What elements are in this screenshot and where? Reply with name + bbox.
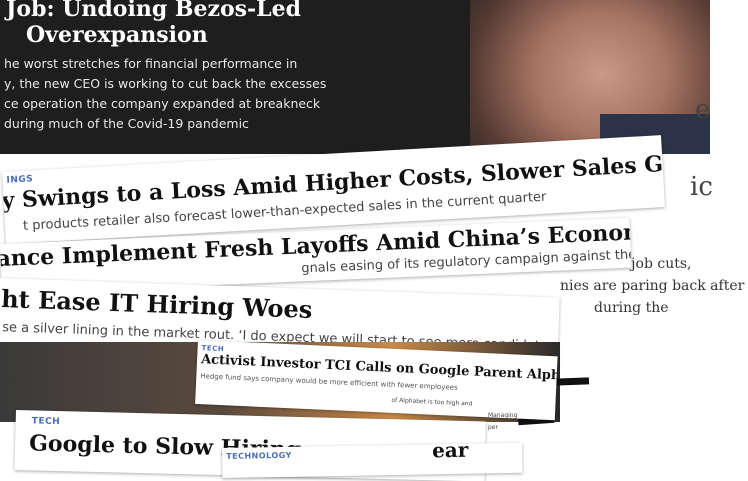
clipping-dek-line1: he worst stretches for financial perform… — [4, 56, 298, 71]
clipping-fragment: per — [488, 424, 498, 431]
clipping-tag: INGS — [6, 174, 34, 186]
clipping-dek-line2: y, the new CEO is working to cut back th… — [4, 76, 327, 91]
clipping-title-line2: Overexpansion — [26, 22, 208, 48]
clipping-bottom: TECHNOLOGY ear — [222, 442, 523, 478]
side-fragment-line2: nies are paring back after — [560, 278, 745, 294]
clipping-headline: ear — [431, 442, 469, 463]
clipping-amazon-ceo: Job: Undoing Bezos-Led Overexpansion he … — [0, 0, 710, 154]
clipping-title-line1: Job: Undoing Bezos-Led — [6, 0, 302, 22]
clipping-headline: ht Ease IT Hiring Woes — [0, 284, 313, 324]
clipping-fragment: Managing — [488, 412, 518, 419]
side-fragment-line3: during the — [594, 300, 669, 316]
clipping-tag: TECH — [31, 416, 61, 428]
clipping-fragment: of Alphabet is too high and — [391, 396, 473, 408]
side-fragment-big1: e — [695, 95, 711, 125]
clipping-dek-line4: during much of the Covid-19 pandemic — [4, 116, 249, 131]
clipping-tag: TECHNOLOGY — [226, 450, 292, 461]
clipping-dek-line3: ce operation the company expanded at bre… — [4, 96, 321, 111]
black-bar — [554, 377, 590, 386]
side-fragment-big2: ic — [690, 172, 713, 202]
